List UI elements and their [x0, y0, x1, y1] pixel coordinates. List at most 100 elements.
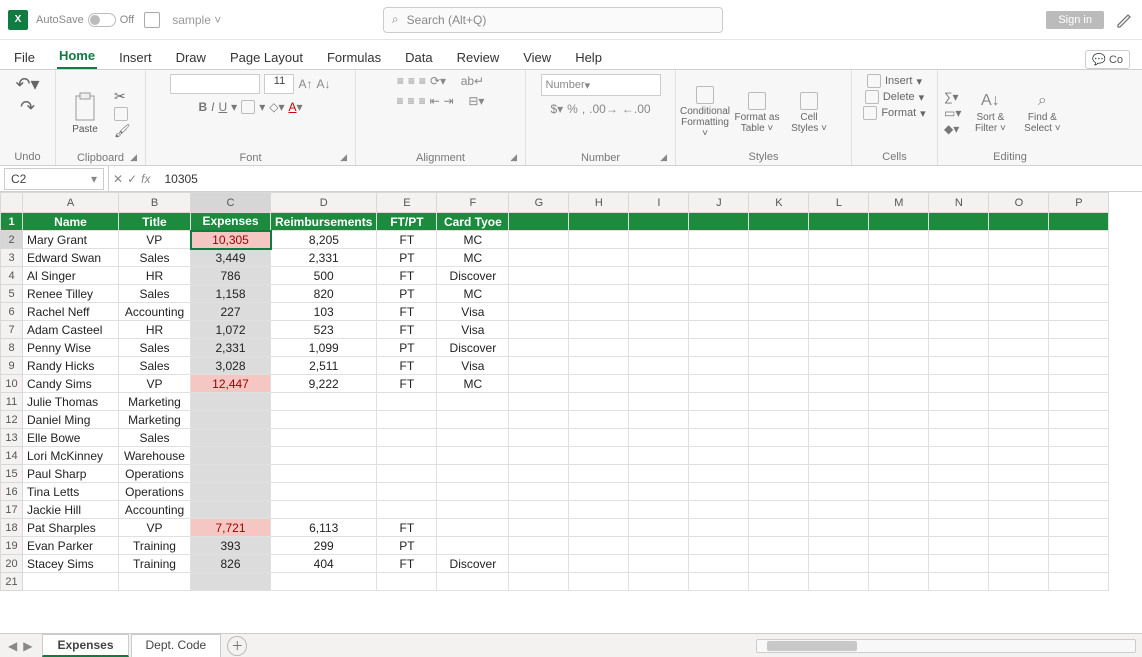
- cell[interactable]: Paul Sharp: [23, 465, 119, 483]
- cell[interactable]: [989, 285, 1049, 303]
- cell[interactable]: [929, 501, 989, 519]
- cell[interactable]: 2,331: [271, 249, 377, 267]
- cell[interactable]: [629, 447, 689, 465]
- cell[interactable]: [509, 375, 569, 393]
- cell[interactable]: [1049, 393, 1109, 411]
- cell[interactable]: [689, 357, 749, 375]
- column-header[interactable]: A: [23, 193, 119, 213]
- cell[interactable]: 103: [271, 303, 377, 321]
- cell[interactable]: [749, 249, 809, 267]
- cell[interactable]: 1,099: [271, 339, 377, 357]
- row-header[interactable]: 18: [1, 519, 23, 537]
- redo-button[interactable]: ↷: [20, 97, 35, 118]
- cell[interactable]: [689, 339, 749, 357]
- cell[interactable]: [869, 321, 929, 339]
- row-header[interactable]: 13: [1, 429, 23, 447]
- column-header[interactable]: K: [749, 193, 809, 213]
- cell[interactable]: Renee Tilley: [23, 285, 119, 303]
- cell[interactable]: [569, 213, 629, 231]
- cell[interactable]: [569, 339, 629, 357]
- cell[interactable]: [809, 375, 869, 393]
- cell[interactable]: Tina Letts: [23, 483, 119, 501]
- cell[interactable]: [1049, 519, 1109, 537]
- tab-help[interactable]: Help: [573, 46, 604, 69]
- cell[interactable]: [689, 519, 749, 537]
- cell[interactable]: [929, 393, 989, 411]
- cell[interactable]: [437, 483, 509, 501]
- cell[interactable]: [689, 465, 749, 483]
- row-header[interactable]: 10: [1, 375, 23, 393]
- wrap-text-icon[interactable]: ab↵: [461, 74, 484, 88]
- cell[interactable]: [809, 519, 869, 537]
- cell[interactable]: [509, 483, 569, 501]
- cell[interactable]: [437, 573, 509, 591]
- document-name[interactable]: sample ˅: [172, 13, 221, 27]
- cell[interactable]: [191, 483, 271, 501]
- cell[interactable]: [569, 519, 629, 537]
- tab-home[interactable]: Home: [57, 44, 97, 69]
- cell[interactable]: [749, 213, 809, 231]
- column-header[interactable]: I: [629, 193, 689, 213]
- cell[interactable]: [989, 249, 1049, 267]
- cell[interactable]: [689, 231, 749, 249]
- cell[interactable]: [809, 429, 869, 447]
- cell[interactable]: Edward Swan: [23, 249, 119, 267]
- cell[interactable]: [1049, 447, 1109, 465]
- cell[interactable]: [437, 501, 509, 519]
- cell[interactable]: VP: [119, 231, 191, 249]
- cell[interactable]: [1049, 375, 1109, 393]
- cell[interactable]: [869, 555, 929, 573]
- cell[interactable]: [629, 411, 689, 429]
- cell[interactable]: [191, 411, 271, 429]
- cell[interactable]: 786: [191, 267, 271, 285]
- cell[interactable]: [809, 483, 869, 501]
- cell[interactable]: Candy Sims: [23, 375, 119, 393]
- cell[interactable]: 1,158: [191, 285, 271, 303]
- cell[interactable]: [271, 465, 377, 483]
- cell[interactable]: [569, 555, 629, 573]
- cell[interactable]: FT: [377, 519, 437, 537]
- toggle-switch-icon[interactable]: [88, 13, 116, 27]
- name-box[interactable]: C2▾: [4, 168, 104, 190]
- cell[interactable]: [929, 357, 989, 375]
- cell[interactable]: [749, 231, 809, 249]
- cell[interactable]: [509, 213, 569, 231]
- italic-button[interactable]: I: [211, 100, 214, 114]
- column-header[interactable]: P: [1049, 193, 1109, 213]
- cell[interactable]: [629, 339, 689, 357]
- cell[interactable]: [689, 555, 749, 573]
- cell[interactable]: Pat Sharples: [23, 519, 119, 537]
- cell[interactable]: [629, 249, 689, 267]
- column-header[interactable]: B: [119, 193, 191, 213]
- conditional-formatting-button[interactable]: Conditional Formatting ˅: [682, 83, 728, 143]
- cell[interactable]: [929, 573, 989, 591]
- cell[interactable]: Penny Wise: [23, 339, 119, 357]
- cell[interactable]: [689, 213, 749, 231]
- column-header[interactable]: F: [437, 193, 509, 213]
- cell[interactable]: [629, 393, 689, 411]
- cell[interactable]: [569, 501, 629, 519]
- tab-file[interactable]: File: [12, 46, 37, 69]
- cell[interactable]: Sales: [119, 339, 191, 357]
- cell[interactable]: [989, 573, 1049, 591]
- cell[interactable]: FT: [377, 231, 437, 249]
- cell[interactable]: [569, 447, 629, 465]
- cell[interactable]: [629, 357, 689, 375]
- cell[interactable]: [629, 519, 689, 537]
- cell[interactable]: 2,331: [191, 339, 271, 357]
- sort-filter-button[interactable]: A↓Sort & Filter ˅: [967, 83, 1013, 143]
- cell[interactable]: [377, 393, 437, 411]
- cell[interactable]: [191, 429, 271, 447]
- row-header[interactable]: 3: [1, 249, 23, 267]
- cell[interactable]: [869, 303, 929, 321]
- cell[interactable]: [377, 465, 437, 483]
- cell[interactable]: [509, 303, 569, 321]
- cell[interactable]: [119, 573, 191, 591]
- cell[interactable]: [569, 231, 629, 249]
- cell[interactable]: Marketing: [119, 393, 191, 411]
- cell[interactable]: FT: [377, 357, 437, 375]
- cell[interactable]: [437, 411, 509, 429]
- borders-icon[interactable]: [241, 100, 255, 114]
- cell[interactable]: [749, 285, 809, 303]
- cell[interactable]: [629, 483, 689, 501]
